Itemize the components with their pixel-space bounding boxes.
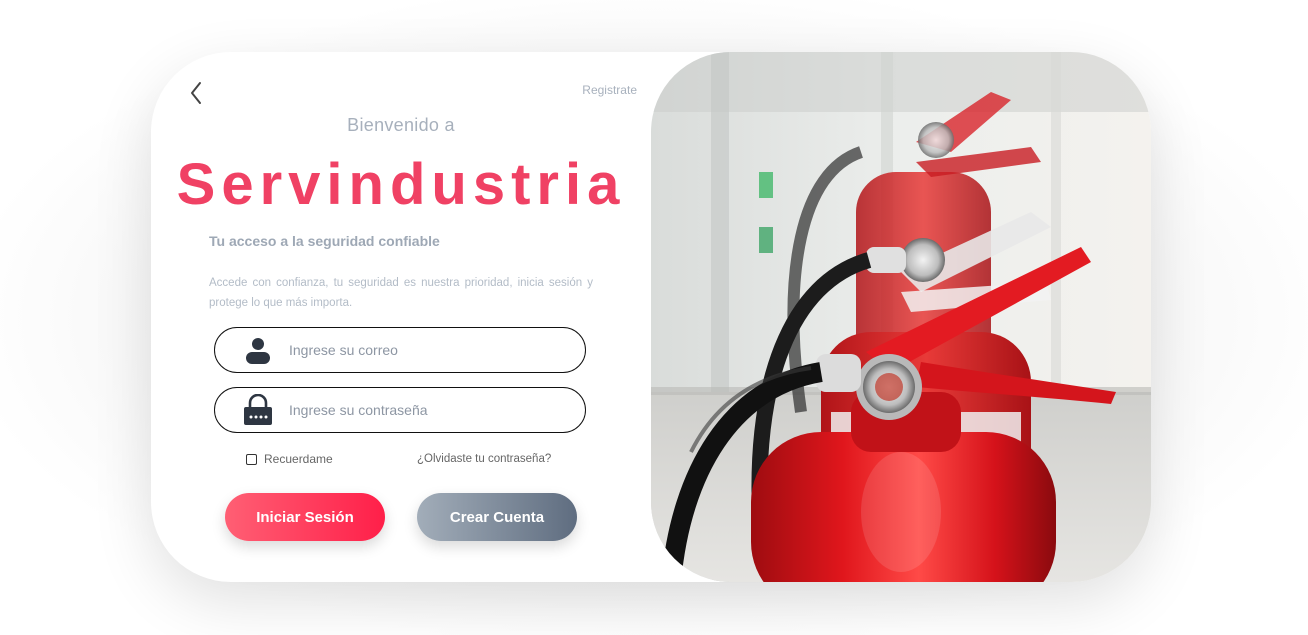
login-button[interactable]: Iniciar Sesión (225, 493, 385, 541)
password-input[interactable] (287, 401, 561, 419)
password-field[interactable] (214, 387, 586, 433)
email-input[interactable] (287, 341, 561, 359)
forgot-password-link[interactable]: ¿Olvidaste tu contraseña? (417, 453, 551, 465)
user-icon (243, 334, 273, 366)
hero-image (651, 52, 1151, 582)
back-button[interactable] (185, 80, 209, 106)
lock-icon (243, 394, 273, 426)
remember-me: Recuerdame (246, 452, 333, 466)
tagline: Tu acceso a la seguridad confiable (209, 233, 440, 249)
welcome-text: Bienvenido a (347, 115, 455, 135)
page-background: Registrate Bienvenido a Servindustria Tu… (0, 0, 1308, 635)
login-panel: Registrate Bienvenido a Servindustria Tu… (151, 52, 651, 582)
chevron-left-icon (191, 82, 201, 104)
create-account-button[interactable]: Crear Cuenta (417, 493, 577, 541)
login-card: Registrate Bienvenido a Servindustria Tu… (151, 52, 1151, 582)
brand-title: Servindustria (176, 152, 626, 217)
register-link[interactable]: Registrate (582, 83, 637, 97)
remember-checkbox[interactable] (246, 453, 257, 465)
description-text: Accede con confianza, tu seguridad es nu… (209, 277, 593, 309)
email-field[interactable] (214, 327, 586, 373)
fire-extinguisher-photo (651, 52, 1151, 582)
remember-label: Recuerdame (264, 452, 333, 466)
